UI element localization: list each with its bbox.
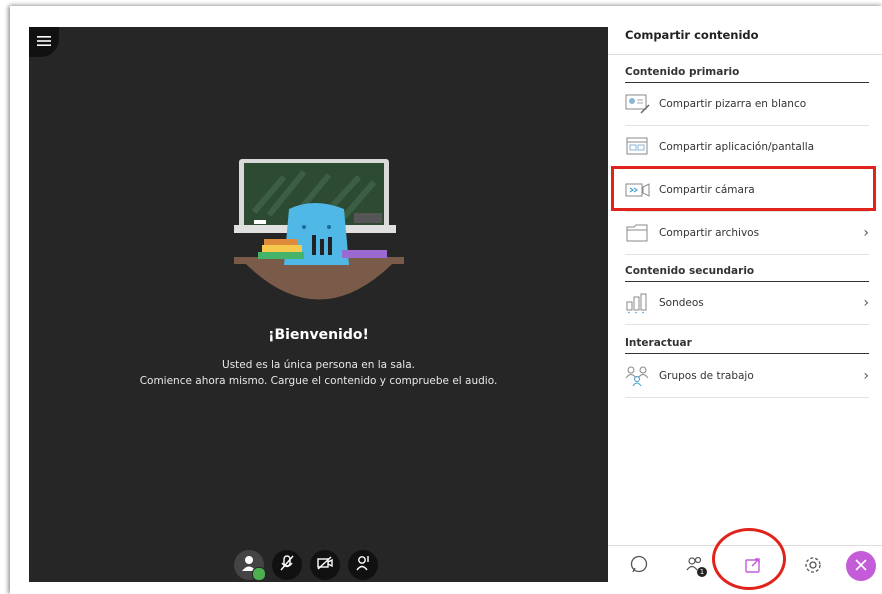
screen-share-icon	[625, 136, 651, 158]
my-status-button[interactable]	[234, 550, 266, 581]
item-label: Compartir archivos	[659, 227, 760, 239]
interact-heading: Interactuar	[625, 337, 692, 349]
status-check-icon	[252, 567, 266, 581]
chat-button[interactable]	[624, 552, 654, 582]
poll-icon	[625, 292, 651, 314]
whiteboard-icon	[625, 93, 651, 115]
welcome-line-2: Comience ahora mismo. Cargue el contenid…	[139, 375, 498, 387]
item-label: Compartir pizarra en blanco	[659, 98, 807, 110]
item-label: Sondeos	[659, 297, 704, 309]
hand-icon	[354, 554, 372, 576]
participants-count-badge: 1	[697, 567, 707, 577]
folder-icon	[625, 222, 651, 244]
item-label: Grupos de trabajo	[659, 370, 754, 382]
divider	[625, 353, 869, 354]
main-stage: ¡Bienvenido! Usted es la única persona e…	[29, 27, 608, 582]
share-screen-item[interactable]: Compartir aplicación/pantalla	[625, 126, 869, 169]
chevron-right-icon: ›	[863, 295, 869, 311]
chat-icon	[629, 555, 649, 579]
hamburger-icon	[36, 33, 52, 52]
menu-button[interactable]	[29, 27, 59, 57]
camera-toggle[interactable]	[310, 550, 340, 580]
close-icon	[854, 557, 868, 576]
welcome-line-1: Usted es la única persona en la sala.	[222, 359, 415, 371]
breakout-groups-icon	[625, 365, 651, 387]
raise-hand-button[interactable]	[348, 550, 378, 580]
close-panel-button[interactable]	[846, 551, 876, 581]
camera-off-icon	[316, 554, 334, 576]
welcome-title: ¡Bienvenido!	[268, 327, 369, 343]
share-files-item[interactable]: Compartir archivos ›	[625, 212, 869, 255]
gear-icon	[803, 555, 823, 579]
panel-title: Compartir contenido	[625, 28, 759, 42]
microphone-toggle[interactable]	[272, 550, 302, 580]
mic-off-icon	[278, 554, 296, 576]
attendees-button[interactable]: 1	[680, 552, 710, 582]
chevron-right-icon: ›	[863, 368, 869, 384]
divider	[608, 54, 882, 55]
annotation-circle	[712, 528, 786, 590]
item-label: Compartir aplicación/pantalla	[659, 141, 815, 153]
settings-button[interactable]	[798, 552, 828, 582]
share-whiteboard-item[interactable]: Compartir pizarra en blanco	[625, 83, 869, 126]
chevron-right-icon: ›	[863, 225, 869, 241]
secondary-content-heading: Contenido secundario	[625, 265, 755, 277]
session-controls	[234, 550, 378, 582]
classroom-illustration	[234, 157, 404, 307]
share-content-panel: Compartir contenido Contenido primario C…	[608, 14, 882, 594]
primary-content-heading: Contenido primario	[625, 66, 740, 78]
breakout-groups-item[interactable]: Grupos de trabajo ›	[625, 355, 869, 398]
annotation-highlight-box	[611, 166, 876, 211]
polls-item[interactable]: Sondeos ›	[625, 282, 869, 325]
